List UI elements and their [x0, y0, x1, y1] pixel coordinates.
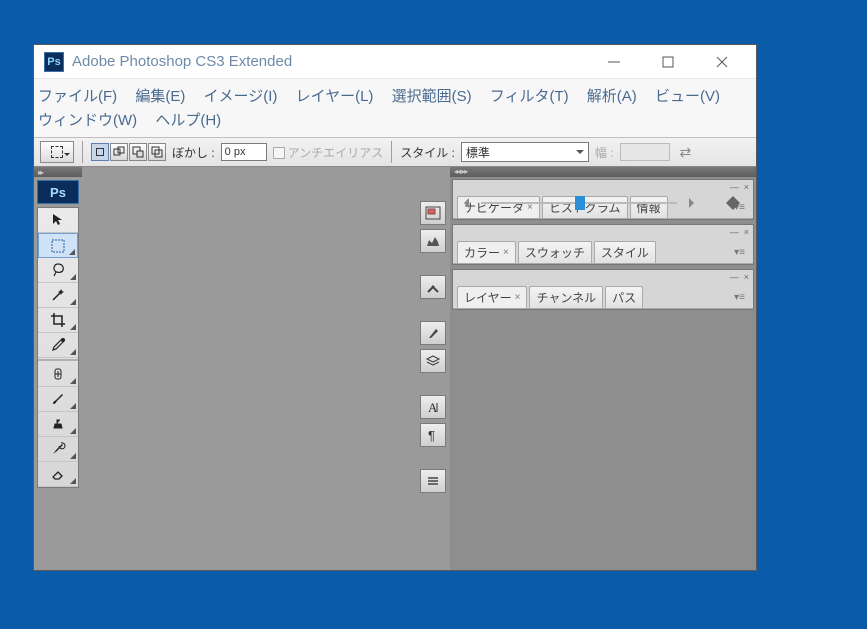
zoom-mountain-right-icon[interactable]	[733, 196, 747, 210]
panel-minimize-icon[interactable]: —	[730, 228, 739, 237]
histogram-strip-icon[interactable]	[420, 229, 446, 253]
panel-menu-icon[interactable]: ▾≡	[734, 292, 749, 303]
selection-subtract-icon[interactable]	[129, 143, 147, 161]
tab-swatches[interactable]: スウォッチ	[518, 241, 592, 263]
svg-text:¶: ¶	[428, 428, 435, 442]
canvas-area[interactable]	[82, 167, 416, 570]
menu-view[interactable]: ビュー(V)	[655, 85, 720, 109]
toolbox	[37, 207, 79, 488]
feather-label: ぼかし :	[172, 144, 215, 161]
toolbox-header-icon: Ps	[37, 180, 79, 204]
menu-window[interactable]: ウィンドウ(W)	[38, 109, 137, 133]
width-label: 幅 :	[595, 144, 614, 161]
lasso-tool[interactable]	[38, 258, 78, 283]
style-label: スタイル :	[400, 144, 455, 161]
healing-brush-tool[interactable]	[38, 362, 78, 387]
panel-close-icon[interactable]: ×	[744, 273, 749, 282]
tab-channels[interactable]: チャンネル	[529, 286, 603, 308]
zoom-slider[interactable]	[459, 195, 747, 211]
selection-intersect-icon[interactable]	[148, 143, 166, 161]
navigator-strip-icon[interactable]	[420, 201, 446, 225]
tools-strip-icon[interactable]	[420, 275, 446, 299]
tool-preset-picker[interactable]	[40, 141, 74, 163]
app-window: Ps Adobe Photoshop CS3 Extended ファイル(F) …	[33, 44, 757, 571]
app-icon: Ps	[44, 52, 64, 72]
move-tool[interactable]	[38, 208, 78, 233]
navigator-panel-group: — × ナビゲータ× ヒストグラム 情報 ▾≡	[452, 179, 754, 220]
panel-close-icon[interactable]: ×	[744, 228, 749, 237]
antialias-option: アンチエイリアス	[273, 144, 384, 161]
menu-analysis[interactable]: 解析(A)	[587, 85, 637, 109]
eyedropper-tool[interactable]	[38, 333, 78, 358]
menu-image[interactable]: イメージ(I)	[204, 85, 278, 109]
dock-collapse-handle[interactable]	[34, 167, 82, 177]
panel-minimize-icon[interactable]: —	[730, 183, 739, 192]
zoom-slider-thumb[interactable]	[575, 196, 585, 210]
paragraph-strip-icon[interactable]: ¶	[420, 423, 446, 447]
panel-menu-icon[interactable]: ▾≡	[734, 247, 749, 258]
zoom-mountain-left-icon[interactable]	[719, 196, 733, 210]
actions-strip-icon[interactable]	[420, 469, 446, 493]
zoom-in-small-icon	[689, 198, 699, 208]
tab-styles[interactable]: スタイル	[594, 241, 656, 263]
character-strip-icon[interactable]: A	[420, 395, 446, 419]
layers-strip-icon[interactable]	[420, 349, 446, 373]
tab-color[interactable]: カラー×	[457, 241, 516, 263]
history-brush-tool[interactable]	[38, 437, 78, 462]
style-select[interactable]: 標準	[461, 142, 589, 162]
maximize-button[interactable]	[654, 48, 682, 76]
eraser-tool[interactable]	[38, 462, 78, 487]
options-bar: ぼかし : 0 px アンチエイリアス スタイル : 標準 幅 : ⇄	[34, 137, 756, 167]
magic-wand-tool[interactable]	[38, 283, 78, 308]
selection-add-icon[interactable]	[110, 143, 128, 161]
color-panel-group: — × カラー× スウォッチ スタイル ▾≡	[452, 224, 754, 265]
selection-mode-group	[91, 143, 166, 161]
antialias-checkbox	[273, 147, 285, 159]
brush-tool[interactable]	[38, 387, 78, 412]
panel-minimize-icon[interactable]: —	[730, 273, 739, 282]
menu-file[interactable]: ファイル(F)	[38, 85, 117, 109]
feather-input[interactable]: 0 px	[221, 143, 267, 161]
collapsed-panel-strip: A ¶	[416, 167, 450, 570]
tab-paths[interactable]: パス	[605, 286, 643, 308]
panel-close-icon[interactable]: ×	[744, 183, 749, 192]
menu-help[interactable]: ヘルプ(H)	[155, 109, 221, 133]
tab-layers[interactable]: レイヤー×	[457, 286, 527, 308]
menu-select[interactable]: 選択範囲(S)	[392, 85, 472, 109]
clone-stamp-tool[interactable]	[38, 412, 78, 437]
marquee-tool[interactable]	[38, 233, 78, 258]
panel-dock-handle[interactable]	[450, 167, 756, 177]
menu-edit[interactable]: 編集(E)	[135, 85, 185, 109]
right-dock: A ¶ — × ナビゲータ× ヒストグラム 情報 ▾	[416, 167, 756, 570]
crop-tool[interactable]	[38, 308, 78, 333]
left-dock: Ps	[34, 167, 82, 570]
close-icon[interactable]: ×	[515, 292, 521, 303]
menu-layer[interactable]: レイヤー(L)	[296, 85, 374, 109]
close-icon[interactable]: ×	[503, 247, 509, 258]
brushes-strip-icon[interactable]	[420, 321, 446, 345]
zoom-out-small-icon[interactable]	[459, 198, 469, 208]
window-title: Adobe Photoshop CS3 Extended	[72, 53, 292, 70]
minimize-button[interactable]	[600, 48, 628, 76]
title-bar: Ps Adobe Photoshop CS3 Extended	[34, 45, 756, 79]
layers-panel-group: — × レイヤー× チャンネル パス ▾≡	[452, 269, 754, 310]
swap-dimensions-icon: ⇄	[680, 144, 692, 161]
width-input	[620, 143, 670, 161]
close-button[interactable]	[708, 48, 736, 76]
menu-filter[interactable]: フィルタ(T)	[490, 85, 569, 109]
selection-new-icon[interactable]	[91, 143, 109, 161]
panel-stack: — × ナビゲータ× ヒストグラム 情報 ▾≡	[450, 167, 756, 570]
menu-bar: ファイル(F) 編集(E) イメージ(I) レイヤー(L) 選択範囲(S) フィ…	[34, 79, 756, 137]
workspace: Ps	[34, 167, 756, 570]
